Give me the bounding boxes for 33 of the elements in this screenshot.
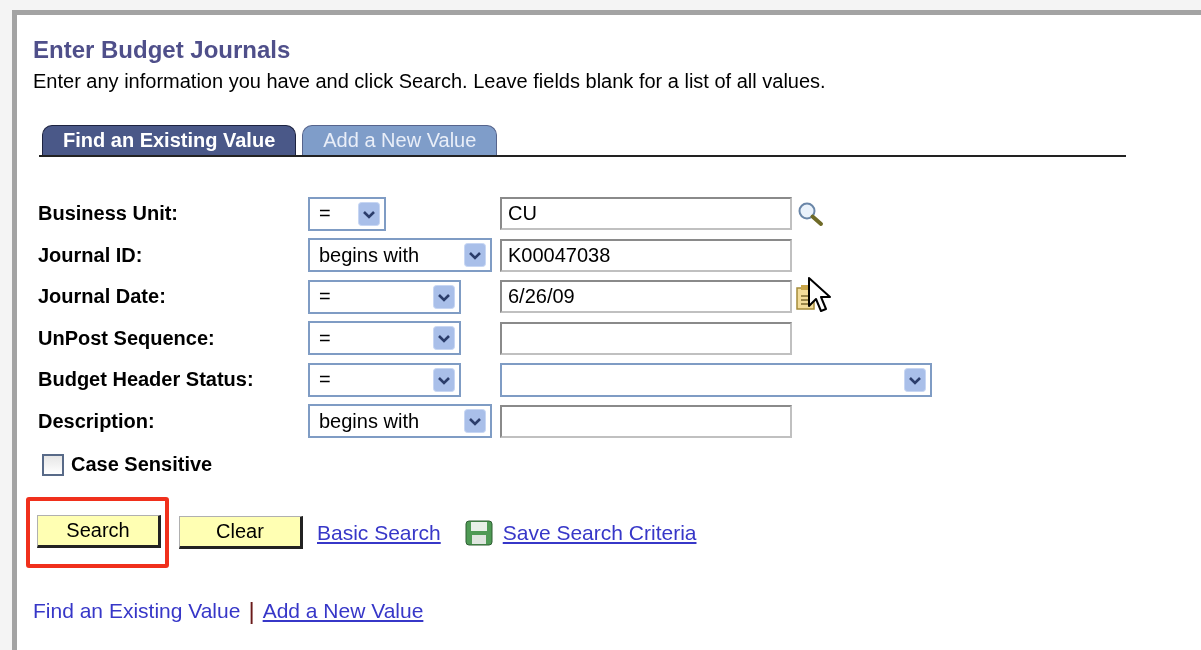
operator-dropdown[interactable]: = [308, 279, 461, 314]
link[interactable]: Find an Existing Value [33, 599, 241, 623]
checkbox[interactable] [42, 453, 64, 476]
link[interactable]: Add a New Value [262, 599, 424, 623]
input-field[interactable]: CU [500, 197, 792, 231]
mouse-pointer-icon [807, 276, 833, 314]
operator-dropdown[interactable]: = [308, 362, 461, 397]
separator: | [248, 597, 255, 625]
action-button[interactable]: Clear [179, 516, 303, 549]
input-field[interactable] [500, 321, 792, 355]
operator-dropdown[interactable]: begins with [308, 404, 492, 439]
operator-dropdown[interactable]: = [308, 321, 461, 356]
field-label: Description: [38, 409, 156, 433]
input-field[interactable]: K00047038 [500, 238, 792, 272]
link[interactable]: Save Search Criteria [502, 520, 697, 545]
link[interactable]: Basic Search [317, 520, 441, 545]
search-icon[interactable] [796, 200, 824, 227]
action-button[interactable]: Search [37, 515, 161, 548]
tab[interactable]: Find an Existing Value [42, 125, 297, 155]
save-icon[interactable] [464, 519, 493, 546]
operator-dropdown[interactable]: = [308, 196, 386, 231]
input-field[interactable]: 6/26/09 [500, 280, 792, 314]
status-dropdown[interactable] [500, 362, 932, 397]
instructions-text: Enter any information you have and click Search. Leave fields blank for a list of all values. [33, 70, 827, 93]
field-label: Budget Header Status: [38, 368, 255, 392]
checkbox-label: Case Sensitive [71, 453, 213, 476]
field-label: UnPost Sequence: [38, 326, 216, 350]
page-title: Enter Budget Journals [33, 35, 292, 65]
field-label: Journal Date: [38, 285, 167, 309]
field-label: Business Unit: [38, 202, 180, 226]
operator-dropdown[interactable]: begins with [308, 238, 492, 273]
field-label: Journal ID: [38, 243, 144, 267]
input-field[interactable] [500, 404, 792, 438]
